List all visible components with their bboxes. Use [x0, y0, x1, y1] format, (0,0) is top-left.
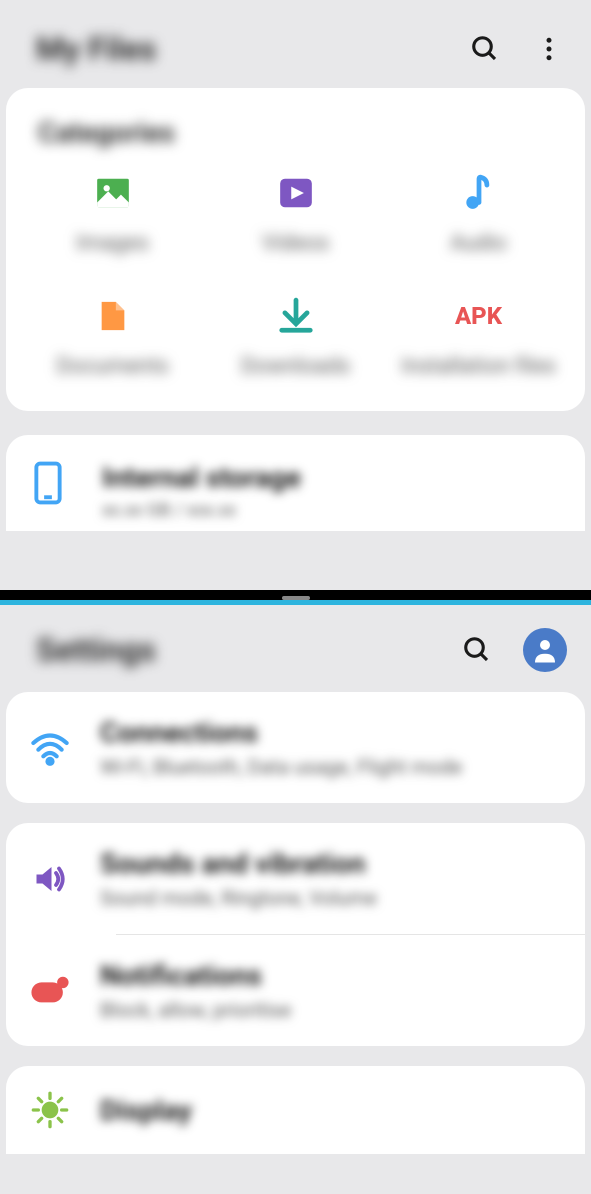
internal-storage-card[interactable]: Internal storage xx.xx GB / xxx.xx	[6, 435, 585, 531]
settings-item-connections[interactable]: Connections Wi-Fi, Bluetooth, Data usage…	[6, 692, 585, 803]
settings-item-notifications[interactable]: Notifications Block, allow, prioritise	[6, 935, 585, 1046]
apk-icon: APK	[459, 296, 499, 336]
audio-icon	[459, 173, 499, 213]
drag-handle[interactable]	[282, 596, 310, 600]
settings-item-sounds[interactable]: Sounds and vibration Sound mode, Rington…	[6, 823, 585, 934]
settings-header-actions	[459, 628, 567, 672]
settings-title: Settings	[36, 631, 459, 669]
settings-item-subtitle: Wi-Fi, Bluetooth, Data usage, Flight mod…	[100, 755, 565, 779]
settings-text: Notifications Block, allow, prioritise	[100, 959, 565, 1022]
search-icon	[470, 34, 500, 64]
search-button[interactable]	[459, 632, 495, 668]
category-apk[interactable]: APK Installation files	[392, 296, 565, 379]
settings-group-connections: Connections Wi-Fi, Bluetooth, Data usage…	[6, 692, 585, 803]
volume-icon	[30, 859, 70, 899]
category-label: Installation files	[401, 354, 556, 379]
storage-title: Internal storage	[102, 461, 565, 494]
categories-grid: Images Videos Audio	[26, 173, 565, 379]
settings-group-display: Display	[6, 1066, 585, 1154]
settings-group-sound-notif: Sounds and vibration Sound mode, Rington…	[6, 823, 585, 1046]
category-label: Audio	[450, 231, 507, 256]
settings-item-title: Sounds and vibration	[100, 847, 565, 880]
categories-card: Categories Images	[6, 88, 585, 411]
myfiles-title: My Files	[36, 30, 467, 68]
settings-header: Settings	[0, 598, 591, 692]
video-icon	[276, 173, 316, 213]
settings-item-title: Display	[100, 1094, 565, 1127]
settings-item-title: Notifications	[100, 959, 565, 992]
settings-text: Connections Wi-Fi, Bluetooth, Data usage…	[100, 716, 565, 779]
settings-text: Display	[100, 1094, 565, 1127]
person-icon	[530, 635, 560, 665]
settings-app: Settings	[0, 598, 591, 1194]
myfiles-header: My Files	[0, 0, 591, 88]
image-icon	[93, 173, 133, 213]
category-images[interactable]: Images	[26, 173, 199, 256]
categories-heading: Categories	[38, 116, 565, 149]
category-label: Documents	[56, 354, 168, 379]
storage-text: Internal storage xx.xx GB / xxx.xx	[102, 461, 565, 521]
document-icon	[93, 296, 133, 336]
myfiles-app: My Files Categories	[0, 0, 591, 598]
settings-text: Sounds and vibration Sound mode, Rington…	[100, 847, 565, 910]
account-button[interactable]	[523, 628, 567, 672]
settings-item-title: Connections	[100, 716, 565, 749]
notification-icon	[30, 971, 70, 1011]
category-downloads[interactable]: Downloads	[209, 296, 382, 379]
phone-icon	[32, 461, 72, 509]
settings-item-display[interactable]: Display	[6, 1066, 585, 1154]
download-icon	[276, 296, 316, 336]
more-vertical-icon	[534, 34, 564, 64]
category-audio[interactable]: Audio	[392, 173, 565, 256]
storage-subtitle: xx.xx GB / xxx.xx	[102, 500, 565, 521]
search-icon	[462, 635, 492, 665]
split-highlight	[0, 600, 591, 605]
category-label: Downloads	[241, 354, 350, 379]
settings-item-subtitle: Sound mode, Ringtone, Volume	[100, 886, 565, 910]
search-button[interactable]	[467, 31, 503, 67]
more-button[interactable]	[531, 31, 567, 67]
myfiles-header-actions	[467, 31, 567, 67]
category-documents[interactable]: Documents	[26, 296, 199, 379]
category-videos[interactable]: Videos	[209, 173, 382, 256]
category-label: Videos	[262, 231, 329, 256]
brightness-icon	[30, 1090, 70, 1130]
settings-item-subtitle: Block, allow, prioritise	[100, 998, 565, 1022]
wifi-icon	[30, 728, 70, 768]
category-label: Images	[76, 231, 149, 256]
